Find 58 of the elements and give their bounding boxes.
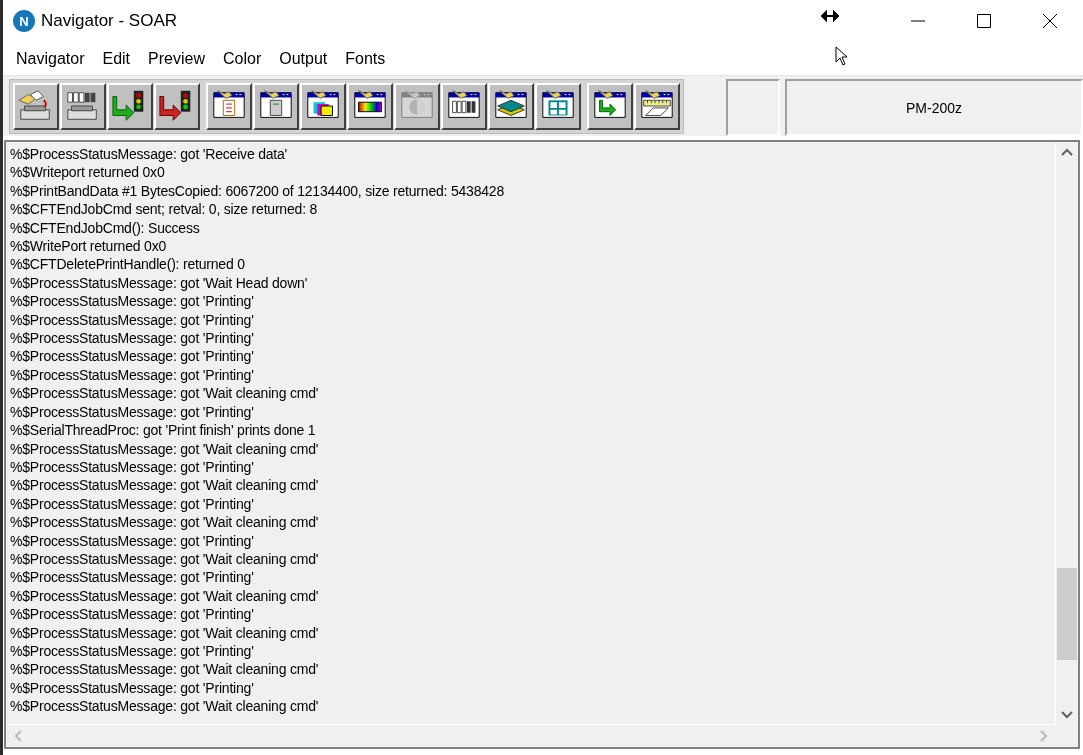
log-line: %$ProcessStatusMessage: got 'Printing': [10, 310, 255, 330]
mouse-pointer-icon: [835, 46, 849, 66]
scroll-up-icon[interactable]: [1061, 148, 1073, 156]
menu-item[interactable]: Edit: [93, 49, 140, 68]
log-line: %$ProcessStatusMessage: got 'Printing': [10, 365, 255, 385]
log-line: %$ProcessStatusMessage: got 'Printing': [10, 457, 255, 477]
log-line: %$ProcessStatusMessage: got 'Wait cleaning cmd': [10, 660, 320, 679]
log-line: %$ProcessStatusMessage: got 'Printing': [10, 347, 255, 366]
resize-cursor-icon: [821, 10, 839, 22]
stop-signal-toolbar-button[interactable]: [154, 82, 200, 130]
log-line: %$ProcessStatusMessage: got 'Receive data': [10, 145, 289, 164]
log-line: %$ProcessStatusMessage: got 'Printing': [10, 605, 255, 624]
arrow-toolbar-button[interactable]: [587, 82, 633, 130]
log-line: %$ProcessStatusMessage: got 'Wait cleaning cmd': [10, 586, 320, 606]
grid-toolbar-button[interactable]: [535, 82, 581, 130]
stack-toolbar-button[interactable]: [488, 82, 534, 130]
log-line: %$ProcessStatusMessage: got 'Printing': [10, 568, 255, 587]
log-line: %$ProcessStatusMessage: got 'Wait cleaning cmd': [10, 384, 320, 403]
log-line: %$CFTDeletePrintHandle(): returned 0: [10, 255, 246, 274]
log-line: %$SerialThreadProc: got 'Print finish' prints done 1: [10, 421, 317, 440]
log-line: %$ProcessStatusMessage: got 'Printing': [10, 402, 255, 422]
window-title: Navigator - SOAR: [41, 11, 178, 31]
log-line: %$ProcessStatusMessage: got 'Wait cleaning cmd': [10, 623, 320, 642]
spectrum-toolbar-button[interactable]: [347, 82, 393, 130]
log-line: %$ProcessStatusMessage: got 'Wait cleaning cmd': [10, 513, 320, 532]
log-line: %$Writeport returned 0x0: [10, 163, 166, 182]
band-toolbar-button[interactable]: [441, 82, 487, 130]
log-line: %$ProcessStatusMessage: got 'Printing': [10, 329, 255, 348]
menu-item[interactable]: Color: [213, 49, 271, 68]
log-line: %$CFTEndJobCmd(): Success: [10, 218, 201, 238]
file-toolbar-button[interactable]: [253, 82, 299, 130]
log-line: %$ProcessStatusMessage: got 'Wait Head down': [10, 273, 309, 293]
band-printer-toolbar-button[interactable]: [60, 82, 106, 130]
app-logo: N: [13, 10, 35, 32]
ruler-toolbar-button[interactable]: [634, 82, 680, 130]
log-line: %$PrintBandData #1 BytesCopied: 6067200 of 12134400, size returned: 5438428: [10, 181, 506, 201]
go-signal-toolbar-button[interactable]: [107, 82, 153, 130]
layers-toolbar-button[interactable]: [300, 82, 346, 130]
log-line: %$ProcessStatusMessage: got 'Printing': [10, 641, 255, 661]
scrollbar-thumb[interactable]: [1057, 568, 1077, 660]
log-line: %$WritePort returned 0x0: [10, 237, 167, 256]
log-line: %$ProcessStatusMessage: got 'Wait cleaning cmd': [10, 549, 320, 569]
log-line: %$CFTEndJobCmd sent; retval: 0, size returned: 8: [10, 200, 319, 219]
log-line: %$ProcessStatusMessage: got 'Printing': [10, 678, 255, 698]
log-line: %$ProcessStatusMessage: got 'Wait cleaning cmd': [10, 476, 320, 495]
log-line: %$ProcessStatusMessage: got 'Printing': [10, 292, 255, 311]
menu-item[interactable]: Preview: [139, 49, 214, 68]
page-toolbar-button[interactable]: [206, 82, 252, 130]
printer-model-panel: PM-200z: [785, 79, 1083, 136]
log-line: %$ProcessStatusMessage: got 'Wait cleaning cmd': [10, 439, 320, 458]
log-line: %$ProcessStatusMessage: got 'Printing': [10, 494, 255, 514]
scroll-down-icon[interactable]: [1061, 711, 1073, 719]
menu-item[interactable]: Fonts: [336, 49, 395, 68]
menu-item[interactable]: Navigator: [7, 49, 94, 68]
log-line: %$ProcessStatusMessage: got 'Printing': [10, 531, 255, 550]
log-line: %$ProcessStatusMessage: got 'Wait cleaning cmd': [10, 697, 320, 716]
menu-item[interactable]: Output: [270, 49, 337, 68]
load-printer-toolbar-button[interactable]: [13, 82, 59, 130]
